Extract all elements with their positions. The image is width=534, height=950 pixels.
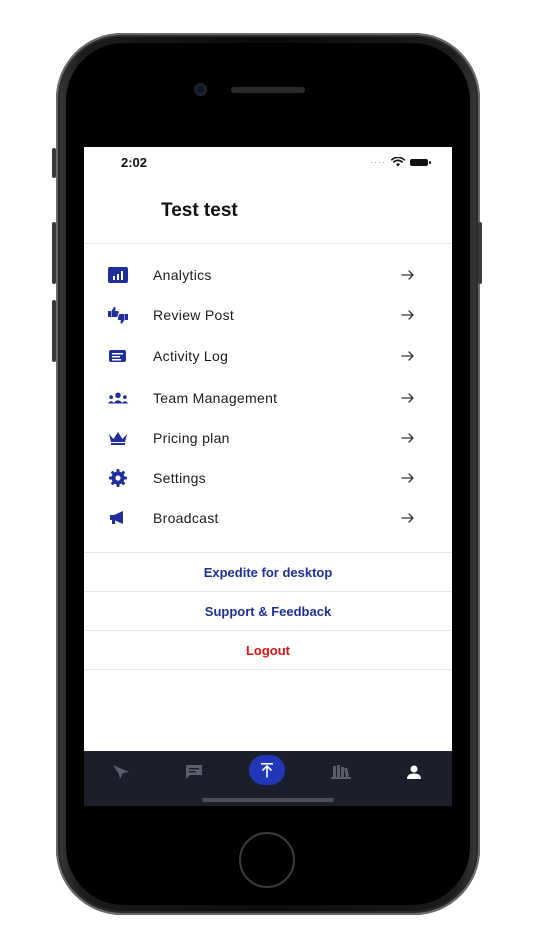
battery-icon bbox=[410, 158, 431, 166]
mute-switch bbox=[52, 148, 56, 178]
arrow-right-icon bbox=[401, 270, 414, 280]
status-bar: 2:02 ···· bbox=[84, 147, 452, 179]
menu-item-analytics[interactable]: Analytics bbox=[84, 257, 452, 293]
front-camera bbox=[194, 83, 207, 96]
menu-label-broadcast: Broadcast bbox=[153, 510, 219, 526]
support-feedback-link[interactable]: Support & Feedback bbox=[84, 592, 452, 630]
tab-library[interactable] bbox=[324, 755, 358, 789]
logout-button[interactable]: Logout bbox=[84, 631, 452, 669]
volume-down-button bbox=[52, 300, 56, 362]
menu-label-analytics: Analytics bbox=[153, 267, 212, 283]
arrow-right-icon bbox=[401, 513, 414, 523]
header-divider bbox=[84, 243, 452, 244]
arrow-right-icon bbox=[401, 310, 414, 320]
tab-bar bbox=[84, 751, 452, 806]
power-button bbox=[478, 222, 482, 284]
arrow-right-icon bbox=[401, 393, 414, 403]
volume-up-button bbox=[52, 222, 56, 284]
expedite-desktop-link[interactable]: Expedite for desktop bbox=[84, 553, 452, 591]
menu-label-team-management: Team Management bbox=[153, 390, 278, 406]
tab-send[interactable] bbox=[104, 755, 138, 789]
gear-icon bbox=[107, 467, 129, 489]
team-icon bbox=[107, 387, 129, 409]
home-button[interactable] bbox=[239, 832, 295, 888]
home-indicator bbox=[202, 798, 334, 802]
earpiece-speaker bbox=[231, 87, 305, 93]
megaphone-icon bbox=[107, 507, 129, 529]
menu-label-pricing-plan: Pricing plan bbox=[153, 430, 230, 446]
thumbs-up-down-icon bbox=[107, 304, 129, 326]
menu-item-team-management[interactable]: Team Management bbox=[84, 380, 452, 416]
status-icons: ···· bbox=[370, 156, 431, 167]
library-icon bbox=[331, 765, 351, 779]
arrow-right-icon bbox=[401, 351, 414, 361]
menu-item-review-post[interactable]: Review Post bbox=[84, 297, 452, 333]
user-icon bbox=[407, 765, 421, 779]
arrow-right-icon bbox=[401, 433, 414, 443]
menu-item-settings[interactable]: Settings bbox=[84, 460, 452, 496]
menu-label-review-post: Review Post bbox=[153, 307, 235, 323]
signal-icon: ···· bbox=[370, 156, 386, 167]
profile-name: Test test bbox=[161, 200, 238, 221]
crown-icon bbox=[107, 427, 129, 449]
tab-upload[interactable] bbox=[249, 755, 285, 785]
menu-item-pricing-plan[interactable]: Pricing plan bbox=[84, 420, 452, 456]
analytics-icon bbox=[107, 264, 129, 286]
activity-log-icon bbox=[107, 345, 129, 367]
status-time: 2:02 bbox=[121, 155, 148, 170]
menu-item-broadcast[interactable]: Broadcast bbox=[84, 500, 452, 536]
menu-label-activity-log: Activity Log bbox=[153, 348, 229, 364]
tab-profile[interactable] bbox=[397, 755, 431, 789]
menu-item-activity-log[interactable]: Activity Log bbox=[84, 338, 452, 374]
wifi-icon bbox=[391, 157, 405, 167]
chat-icon bbox=[186, 765, 202, 779]
send-icon bbox=[113, 765, 129, 779]
arrow-right-icon bbox=[401, 473, 414, 483]
upload-icon bbox=[261, 763, 273, 778]
link-divider bbox=[84, 669, 452, 670]
app-screen: 2:02 ···· Test test Analytics Review Pos… bbox=[84, 147, 452, 806]
tab-chat[interactable] bbox=[177, 755, 211, 789]
menu-label-settings: Settings bbox=[153, 470, 206, 486]
